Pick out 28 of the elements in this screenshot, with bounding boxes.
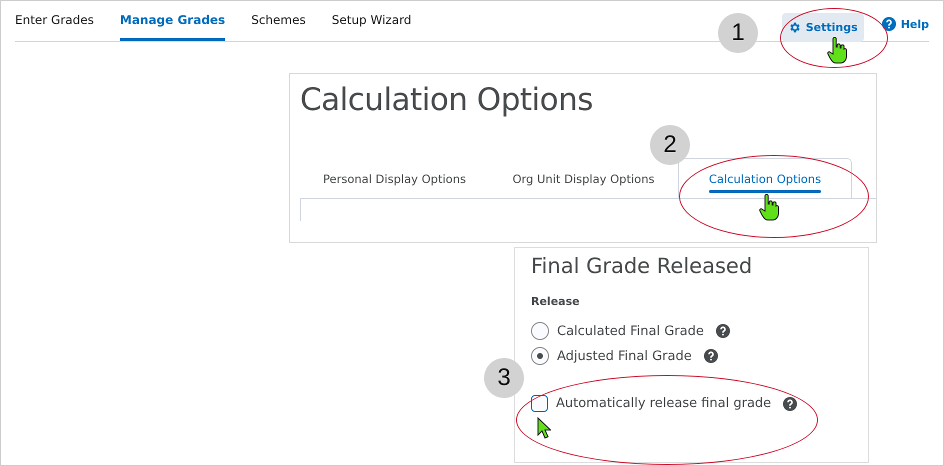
settings-icon xyxy=(788,21,801,34)
step-number: 3 xyxy=(484,358,524,398)
settings-button[interactable]: Settings xyxy=(782,13,864,42)
hand-cursor-icon xyxy=(827,37,847,65)
radio-label: Adjusted Final Grade xyxy=(557,348,692,364)
release-label: Release xyxy=(531,295,581,308)
step-number: 2 xyxy=(650,125,690,165)
radio-button[interactable] xyxy=(531,322,549,340)
help-icon[interactable] xyxy=(704,349,718,363)
nav-tab[interactable]: Setup Wizard xyxy=(332,1,412,41)
help-link[interactable]: Help xyxy=(882,17,929,31)
nav-tab[interactable]: Schemes xyxy=(251,1,306,41)
hand-cursor-icon xyxy=(759,194,779,222)
section-title: Final Grade Released xyxy=(531,254,754,278)
radio-label: Calculated Final Grade xyxy=(557,324,704,338)
options-tab[interactable]: Calculation Options xyxy=(678,158,852,198)
help-icon[interactable] xyxy=(783,396,798,410)
checkbox-label: Automatically release final grade xyxy=(556,396,772,411)
page-title: Calculation Options xyxy=(300,82,594,118)
help-icon xyxy=(882,17,896,31)
step-number: 1 xyxy=(718,13,758,53)
radio-button[interactable] xyxy=(531,347,549,365)
options-tab[interactable]: Personal Display Options xyxy=(300,158,489,198)
nav-tab[interactable]: Manage Grades xyxy=(120,1,226,41)
nav-tab[interactable]: Enter Grades xyxy=(15,1,94,41)
checkbox[interactable] xyxy=(531,395,548,412)
arrow-cursor-icon xyxy=(537,417,551,439)
help-icon[interactable] xyxy=(716,324,730,338)
